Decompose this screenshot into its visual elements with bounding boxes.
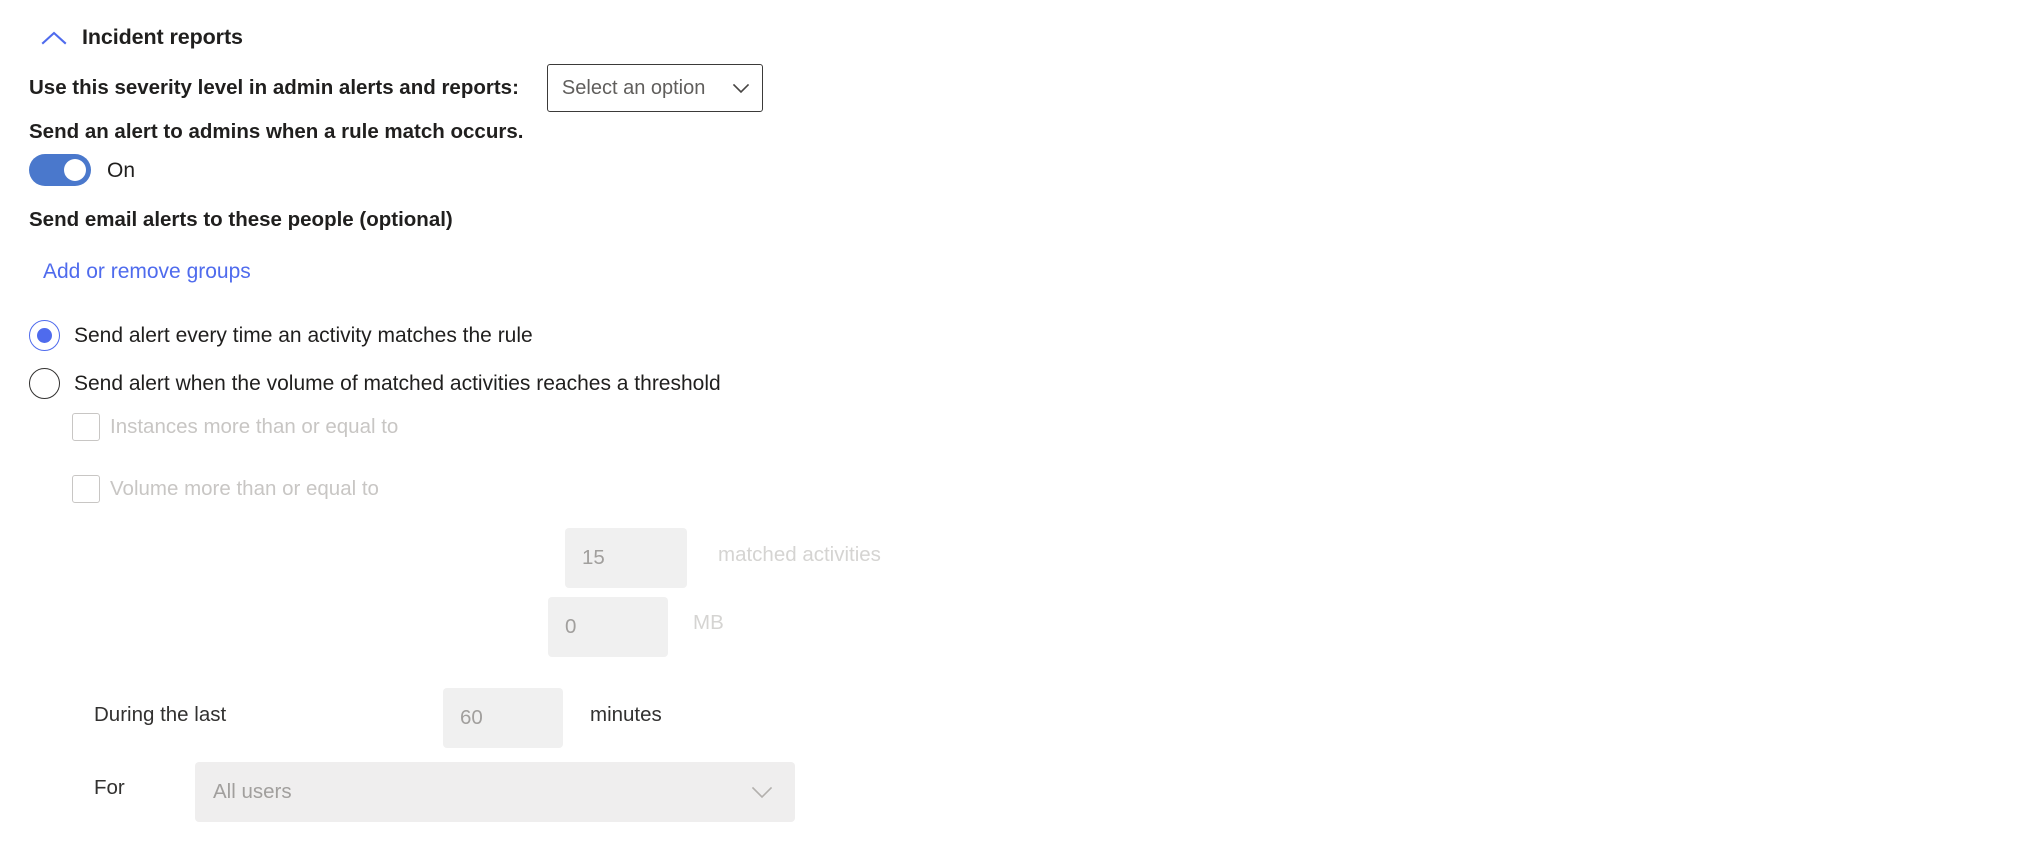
instances-value-input: 15: [565, 528, 687, 588]
duration-value-input: 60: [443, 688, 563, 748]
radio-option-every-time[interactable]: Send alert every time an activity matche…: [29, 320, 533, 351]
instances-value: 15: [582, 545, 605, 569]
severity-level-row: Use this severity level in admin alerts …: [29, 60, 763, 116]
duration-value: 60: [460, 705, 483, 729]
radio-option-every-time-label: Send alert every time an activity matche…: [74, 324, 533, 347]
scope-select: All users: [195, 762, 795, 822]
incident-reports-panel: Incident reports Use this severity level…: [0, 0, 2032, 843]
page-title: Incident reports: [82, 25, 243, 50]
radio-indicator[interactable]: [29, 320, 60, 351]
section-header[interactable]: Incident reports: [40, 22, 243, 54]
toggle-knob: [64, 159, 86, 181]
scope-select-value: All users: [213, 779, 292, 803]
radio-option-threshold-label: Send alert when the volume of matched ac…: [74, 372, 721, 395]
radio-indicator[interactable]: [29, 368, 60, 399]
volume-value: 0: [565, 614, 577, 638]
volume-checkbox: [72, 475, 100, 503]
duration-unit-label: minutes: [590, 703, 662, 726]
severity-level-label: Use this severity level in admin alerts …: [29, 75, 519, 99]
add-or-remove-groups-link[interactable]: Add or remove groups: [43, 261, 251, 282]
admin-alert-toggle-state: On: [107, 158, 136, 182]
volume-unit-label: MB: [693, 611, 724, 634]
volume-value-input: 0: [548, 597, 668, 657]
severity-level-select[interactable]: Select an option: [546, 64, 763, 112]
scope-prefix-label: For: [94, 776, 125, 799]
admin-alert-toggle[interactable]: [29, 154, 91, 186]
admin-alert-toggle-row: On: [29, 152, 135, 188]
chevron-down-icon: [751, 785, 773, 799]
severity-level-select-value: Select an option: [561, 77, 706, 99]
threshold-instances-row: Instances more than or equal to: [72, 405, 398, 449]
volume-checkbox-label: Volume more than or equal to: [110, 476, 379, 500]
instances-checkbox-label: Instances more than or equal to: [110, 414, 399, 438]
instances-unit-label: matched activities: [718, 543, 881, 566]
chevron-down-icon: [732, 82, 750, 94]
radio-option-threshold[interactable]: Send alert when the volume of matched ac…: [29, 368, 721, 399]
admin-alert-label: Send an alert to admins when a rule matc…: [29, 120, 524, 143]
threshold-volume-row: Volume more than or equal to: [72, 467, 379, 511]
chevron-up-icon[interactable]: [40, 28, 68, 48]
duration-prefix-label: During the last: [94, 703, 227, 726]
instances-checkbox: [72, 413, 100, 441]
email-alerts-label: Send email alerts to these people (optio…: [29, 208, 453, 231]
